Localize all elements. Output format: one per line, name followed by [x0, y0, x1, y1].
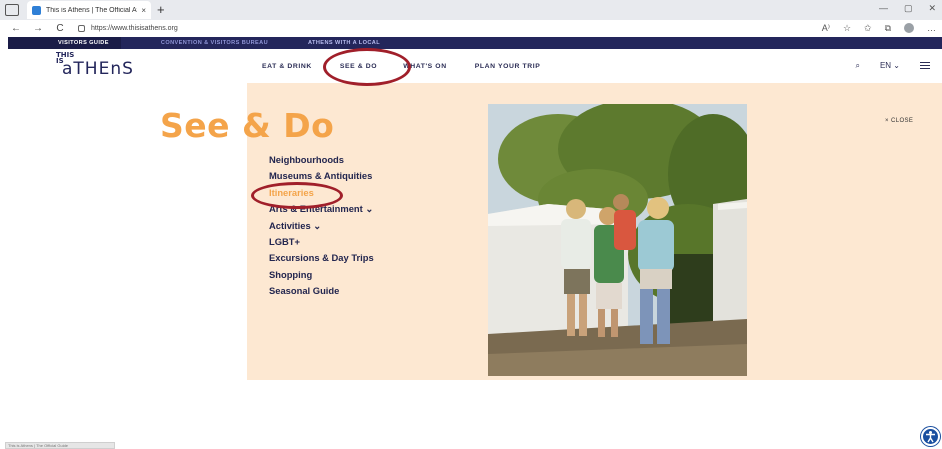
- menu-item-seasonal-guide[interactable]: Seasonal Guide: [269, 285, 374, 301]
- menu-feature-photo[interactable]: [488, 104, 747, 376]
- profile-icon[interactable]: [904, 23, 914, 33]
- reload-icon[interactable]: C: [54, 23, 66, 34]
- header-tools: ⌕ EN ⌄: [855, 60, 930, 71]
- close-menu-button[interactable]: × CLOSE: [885, 118, 913, 124]
- tab-title: This is Athens | The Official Athe: [46, 6, 138, 14]
- mega-menu-title: See & Do: [160, 106, 335, 145]
- nav-eat-drink[interactable]: EAT & DRINK: [262, 63, 312, 70]
- minimize-icon[interactable]: —: [879, 3, 888, 14]
- see-do-menu-list: Neighbourhoods Museums & Antiquities Iti…: [269, 154, 374, 302]
- logo-text: aTHEnS: [62, 59, 134, 79]
- read-aloud-icon[interactable]: A⁾: [822, 23, 830, 34]
- site-favicon-icon: [32, 5, 41, 15]
- hamburger-menu-icon[interactable]: [920, 60, 930, 71]
- tab-close-icon[interactable]: ×: [141, 6, 146, 15]
- screenshot-root: This is Athens | The Official Athe × + —…: [0, 0, 942, 449]
- forward-icon[interactable]: →: [32, 23, 44, 34]
- nav-plan-your-trip[interactable]: PLAN YOUR TRIP: [475, 63, 541, 70]
- restore-icon[interactable]: ▢: [904, 3, 913, 14]
- annotation-circle-itineraries: [251, 182, 343, 209]
- lock-icon: [78, 25, 85, 32]
- tab-actions-icon[interactable]: [5, 4, 19, 16]
- close-window-icon[interactable]: ✕: [928, 3, 936, 14]
- browser-tab[interactable]: This is Athens | The Official Athe ×: [27, 1, 151, 19]
- search-icon[interactable]: ⌕: [855, 61, 859, 71]
- site-top-strip: VISITORS GUIDE CONVENTION & VISITORS BUR…: [8, 37, 942, 49]
- new-tab-button[interactable]: +: [157, 3, 165, 16]
- photo-illustration: [488, 104, 747, 376]
- annotation-circle-see-do: [323, 48, 411, 86]
- window-controls: — ▢ ✕: [879, 3, 936, 14]
- address-bar: ← → C https://www.thisisathens.org A⁾ ☆ …: [0, 20, 942, 37]
- menu-item-activities[interactable]: Activities ⌄: [269, 220, 374, 236]
- language-selector[interactable]: EN ⌄: [880, 61, 900, 70]
- back-icon[interactable]: ←: [10, 23, 22, 34]
- favorites-icon[interactable]: ✩: [864, 23, 872, 34]
- accessibility-figure: [926, 431, 935, 443]
- browser-status-bar: This is Athens | The Official Guide: [5, 442, 115, 449]
- strip-visitors-guide[interactable]: VISITORS GUIDE: [8, 37, 121, 49]
- url-text: https://www.thisisathens.org: [91, 25, 178, 32]
- main-nav: EAT & DRINK SEE & DO WHAT'S ON PLAN YOUR…: [262, 49, 568, 83]
- browser-tab-bar: This is Athens | The Official Athe × + —…: [0, 0, 942, 20]
- strip-convention-bureau[interactable]: CONVENTION & VISITORS BUREAU: [161, 40, 268, 46]
- more-icon[interactable]: …: [927, 23, 936, 34]
- browser-toolbar: A⁾ ☆ ✩ ⧉ …: [822, 23, 936, 34]
- menu-item-lgbt[interactable]: LGBT+: [269, 236, 374, 252]
- url-field[interactable]: https://www.thisisathens.org: [78, 25, 178, 32]
- strip-athens-with-a-local[interactable]: ATHENS WITH A LOCAL: [308, 40, 380, 46]
- site-header: THIS IS aTHEnS EAT & DRINK SEE & DO WHAT'…: [8, 49, 942, 83]
- menu-item-neighbourhoods[interactable]: Neighbourhoods: [269, 154, 374, 170]
- favorite-icon[interactable]: ☆: [843, 23, 851, 34]
- accessibility-icon[interactable]: [921, 427, 940, 446]
- menu-item-excursions[interactable]: Excursions & Day Trips: [269, 252, 374, 268]
- menu-item-shopping[interactable]: Shopping: [269, 269, 374, 285]
- collections-icon[interactable]: ⧉: [885, 23, 891, 34]
